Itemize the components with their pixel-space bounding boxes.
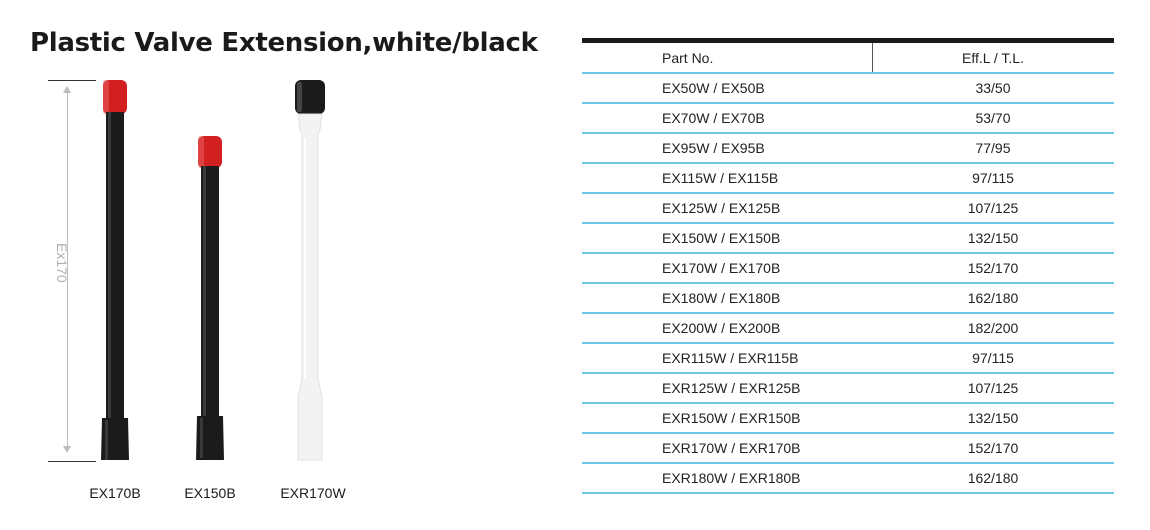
table-row: EXR125W / EXR125B 107/125: [582, 373, 1114, 404]
product-image-ex150b: [196, 136, 224, 460]
length-cell: 97/115: [872, 163, 1114, 194]
length-cell: 53/70: [872, 103, 1114, 134]
dimension-label: Ex170: [54, 243, 70, 283]
part-number-cell: EX180W / EX180B: [582, 283, 872, 314]
table-row: EX95W / EX95B 77/95: [582, 133, 1114, 164]
page-title: Plastic Valve Extension,white/black: [30, 28, 538, 58]
table-row: EX150W / EX150B 132/150: [582, 223, 1114, 254]
length-cell: 162/180: [872, 283, 1114, 314]
table-row: EX125W / EX125B 107/125: [582, 193, 1114, 224]
product-caption: EX170B: [89, 485, 141, 501]
part-number-cell: EX200W / EX200B: [582, 313, 872, 344]
table-row: EX115W / EX115B 97/115: [582, 163, 1114, 194]
length-cell: 132/150: [872, 223, 1114, 254]
length-cell: 107/125: [872, 193, 1114, 224]
table-header-row: Part No. Eff.L / T.L.: [582, 43, 1114, 74]
part-number-cell: EXR115W / EXR115B: [582, 343, 872, 374]
length-cell: 107/125: [872, 373, 1114, 404]
part-number-cell: EXR170W / EXR170B: [582, 433, 872, 464]
table-row: EXR150W / EXR150B 132/150: [582, 403, 1114, 434]
part-number-cell: EX115W / EX115B: [582, 163, 872, 194]
header-eff-length: Eff.L / T.L.: [872, 43, 1114, 74]
length-cell: 152/170: [872, 253, 1114, 284]
part-number-cell: EXR125W / EXR125B: [582, 373, 872, 404]
column-divider: [872, 43, 873, 72]
table-row: EX70W / EX70B 53/70: [582, 103, 1114, 134]
product-caption: EX150B: [184, 485, 236, 501]
part-number-cell: EX170W / EX170B: [582, 253, 872, 284]
part-number-cell: EX70W / EX70B: [582, 103, 872, 134]
part-number-cell: EXR180W / EXR180B: [582, 463, 872, 494]
product-image-exr170w: [295, 80, 325, 461]
dimension-top-line: [48, 80, 96, 81]
length-cell: 33/50: [872, 73, 1114, 104]
header-part-no: Part No.: [582, 43, 872, 74]
table-row: EX50W / EX50B 33/50: [582, 73, 1114, 104]
table-row: EXR170W / EXR170B 152/170: [582, 433, 1114, 464]
length-cell: 77/95: [872, 133, 1114, 164]
length-cell: 162/180: [872, 463, 1114, 494]
product-caption: EXR170W: [280, 485, 346, 501]
dimension-bottom-line: [48, 461, 96, 462]
table-row: EX200W / EX200B 182/200: [582, 313, 1114, 344]
length-cell: 97/115: [872, 343, 1114, 374]
length-cell: 152/170: [872, 433, 1114, 464]
part-number-cell: EX150W / EX150B: [582, 223, 872, 254]
part-number-cell: EX95W / EX95B: [582, 133, 872, 164]
length-cell: 182/200: [872, 313, 1114, 344]
part-number-cell: EX125W / EX125B: [582, 193, 872, 224]
part-number-cell: EX50W / EX50B: [582, 73, 872, 104]
product-image-ex170b: [101, 80, 129, 460]
table-row: EX180W / EX180B 162/180: [582, 283, 1114, 314]
part-number-cell: EXR150W / EXR150B: [582, 403, 872, 434]
table-row: EX170W / EX170B 152/170: [582, 253, 1114, 284]
spec-table: Part No. Eff.L / T.L. EX50W / EX50B 33/50…: [582, 38, 1114, 494]
table-row: EXR115W / EXR115B 97/115: [582, 343, 1114, 374]
length-cell: 132/150: [872, 403, 1114, 434]
arrow-up-icon: [63, 86, 71, 93]
table-row: EXR180W / EXR180B 162/180: [582, 463, 1114, 494]
arrow-down-icon: [63, 446, 71, 453]
